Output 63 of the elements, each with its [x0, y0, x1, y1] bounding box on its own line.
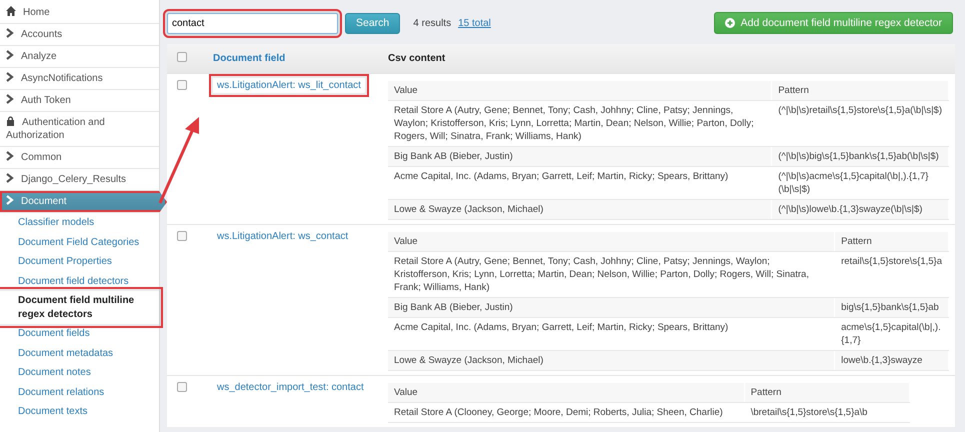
chevron-icon: [6, 72, 14, 82]
chevron-icon: [6, 28, 14, 38]
sidebar-item[interactable]: Common: [0, 147, 159, 169]
csv-cell: Acme Capital, Inc. (Adams, Bryan; Garrett, Leif; Martin, Ricky; Spears, Brittany): [388, 318, 835, 350]
csv-column-header: Value: [388, 81, 772, 100]
csv-cell: Lowe & Swayze (Jackson, Michael): [388, 200, 772, 220]
csv-cell: Retail Store A (Clooney, George; Moore, Demi; Roberts, Julia; Sheen, Charlie): [388, 402, 744, 422]
csv-cell: (^|\b|\s)big\s{1,5}bank\s{1,5}ab(\b|\s|$): [772, 146, 948, 166]
csv-cell: (^|\b|\s)lowe\b.{1,3}swayze(\b|\s|$): [772, 200, 948, 220]
csv-cell: Acme Capital, Inc. (Adams, Bryan; Garrett, Leif; Martin, Ricky; Spears, Brittany): [388, 166, 772, 200]
sidebar-item[interactable]: Document: [0, 191, 167, 213]
csv-cell: acme\s{1,5}capital(\b|,).{1,7}: [834, 318, 948, 350]
csv-cell: Big Bank AB (Bieber, Justin): [388, 298, 835, 318]
sidebar-item[interactable]: Authentication and Authorization: [0, 112, 159, 147]
sidebar-item[interactable]: Analyze: [0, 46, 159, 68]
csv-cell: big\s{1,5}bank\s{1,5}ab: [834, 298, 948, 318]
csv-cell: \bretail\s{1,5}store\s{1,5}a\b: [744, 402, 910, 422]
sidebar-item[interactable]: Auth Token: [0, 90, 159, 112]
checkbox[interactable]: [177, 231, 187, 241]
chevron-icon: [6, 151, 14, 161]
chevron-icon: [6, 173, 14, 183]
chevron-icon: [6, 50, 14, 60]
search-button[interactable]: Search: [345, 12, 400, 34]
sidebar-subitem[interactable]: Document Properties: [0, 252, 159, 272]
results-count: 4 results: [413, 18, 452, 28]
csv-cell: Big Bank AB (Bieber, Justin): [388, 146, 772, 166]
csv-cell: lowe\b.{1,3}swayze: [834, 350, 948, 370]
csv-column-header: Pattern: [744, 383, 910, 402]
sidebar-subitem[interactable]: Document metadatas: [0, 344, 159, 363]
sidebar-item[interactable]: AsyncNotifications: [0, 68, 159, 90]
csv-cell: (^|\b|\s)retail\s{1,5}store\s{1,5}a(\b|\s|$): [772, 100, 948, 146]
home-icon: [6, 6, 16, 16]
lock-icon: [6, 116, 15, 126]
checkbox[interactable]: [177, 52, 187, 62]
csv-cell: Retail Store A (Autry, Gene; Bennet, Tony; Cash, Johhny; Cline, Patsy; Jennings, Waylon; Kristofferson, Kris; Lynn, Lorretta; Martin, Dean; Nelson, Willie; Parton, Dolly; Rogers, Will; Sinatra, Frank; Williams, Hank): [388, 252, 835, 298]
sidebar-subitem[interactable]: Document notes: [0, 363, 159, 382]
csv-column-header: Value: [388, 232, 835, 252]
sidebar-item[interactable]: Accounts: [0, 24, 159, 46]
total-link[interactable]: 15 total: [458, 18, 491, 28]
checkbox[interactable]: [177, 80, 187, 90]
csv-cell: Retail Store A (Autry, Gene; Bennet, Tony; Cash, Johhny; Cline, Patsy; Jennings, Waylon; Kristofferson, Kris; Lynn, Lorretta; Martin, Dean; Nelson, Willie; Parton, Dolly; Rogers, Will; Sinatra, Frank; Williams, Hank): [388, 100, 772, 146]
document-field-link[interactable]: ws.LitigationAlert: ws_contact: [213, 229, 352, 244]
csv-column-header: Pattern: [834, 232, 948, 252]
csv-column-header: Value: [388, 383, 744, 402]
sidebar-subitem[interactable]: Document relations: [0, 382, 159, 402]
chevron-icon: [6, 195, 14, 205]
sidebar-subitem[interactable]: Document texts: [0, 402, 159, 422]
checkbox[interactable]: [177, 382, 187, 392]
sidebar-subitem[interactable]: Document fields: [0, 324, 159, 344]
chevron-icon: [6, 94, 14, 104]
column-header[interactable]: Document field: [207, 44, 382, 74]
column-header: Csv content: [382, 44, 955, 74]
csv-column-header: Pattern: [772, 81, 948, 100]
add-button[interactable]: Add document field multiline regex detector: [714, 12, 953, 34]
plus-circle-icon: [724, 18, 735, 28]
sidebar-subitem[interactable]: Classifier models: [0, 213, 159, 232]
csv-cell: (^|\b|\s)acme\s{1,5}capital(\b|,).{1,7}(\b|\s|$): [772, 166, 948, 200]
csv-cell: Lowe & Swayze (Jackson, Michael): [388, 350, 835, 370]
sidebar-subitem[interactable]: Document field detectors: [0, 272, 159, 291]
sidebar-subitem[interactable]: Document Field Categories: [0, 232, 159, 252]
sidebar-item[interactable]: Home: [0, 2, 159, 24]
document-field-link[interactable]: ws_detector_import_test: contact: [213, 380, 368, 395]
csv-cell: retail\s{1,5}store\s{1,5}a: [834, 252, 948, 298]
